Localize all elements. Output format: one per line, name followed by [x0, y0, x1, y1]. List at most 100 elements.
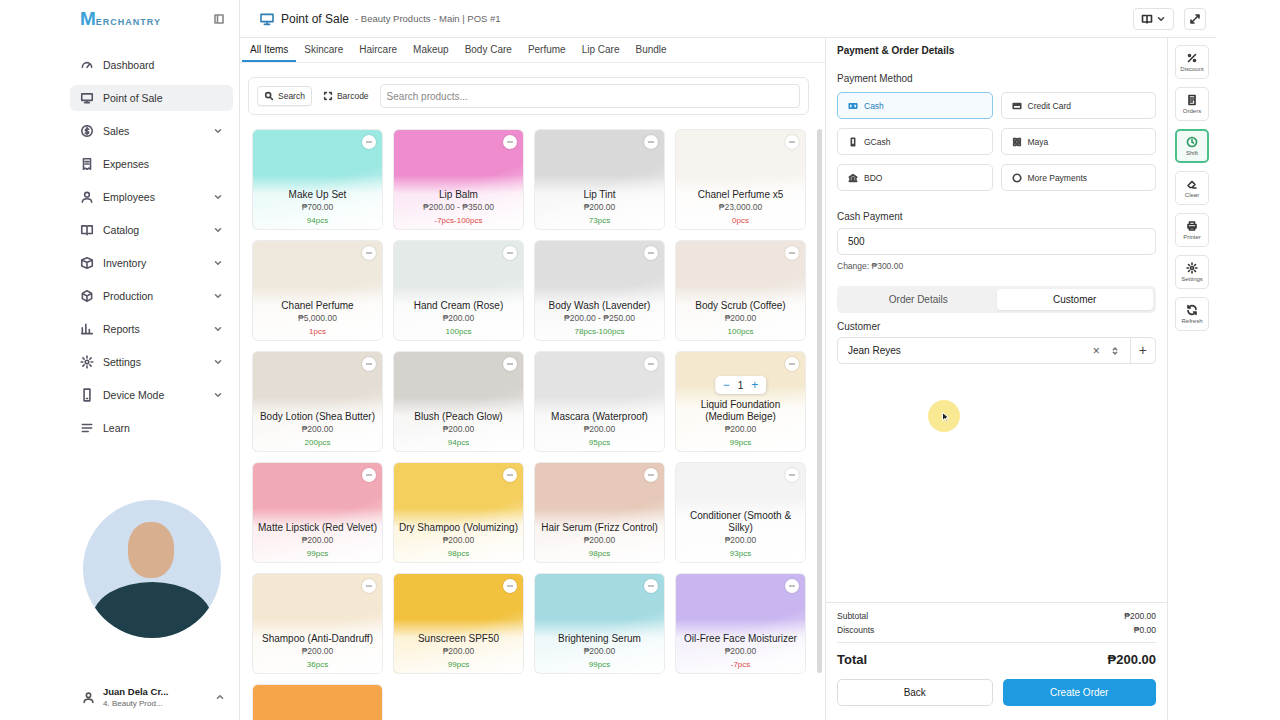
more-button[interactable] — [644, 357, 658, 371]
product-name: Mascara (Waterproof) — [539, 411, 660, 423]
add-customer-button[interactable]: + — [1130, 338, 1155, 363]
category-tab[interactable]: Bundle — [627, 38, 674, 62]
product-price: ₱200.00 - ₱250.00 — [539, 313, 660, 323]
order-tab[interactable]: Customer — [997, 289, 1154, 310]
payment-method-button[interactable]: Maya — [1001, 128, 1157, 155]
cash-input[interactable] — [837, 228, 1156, 255]
sidebar-item[interactable]: Learn — [70, 415, 233, 441]
sidebar-item[interactable]: Inventory — [70, 250, 233, 276]
decrease-button[interactable]: − — [723, 378, 730, 392]
more-button[interactable] — [785, 246, 799, 260]
payment-method-button[interactable]: Credit Card — [1001, 92, 1157, 119]
sidebar-item[interactable]: Device Mode — [70, 382, 233, 408]
category-tab[interactable]: Makeup — [405, 38, 457, 62]
more-button[interactable] — [362, 246, 376, 260]
payment-method-button[interactable]: GCash — [837, 128, 993, 155]
more-button[interactable] — [362, 357, 376, 371]
barcode-mode-button[interactable]: Barcode — [316, 86, 376, 106]
more-button[interactable] — [503, 246, 517, 260]
create-order-button[interactable]: Create Order — [1003, 679, 1157, 706]
sidebar-item[interactable]: Point of Sale — [70, 85, 233, 111]
product-card[interactable]: Make Up Set₱700.0094pcs — [252, 129, 383, 230]
product-card[interactable]: Conditioner (Smooth & Silky)₱200.0093pcs — [675, 462, 806, 563]
product-card[interactable]: Chanel Perfume₱5,000.001pcs — [252, 240, 383, 341]
sidebar-item[interactable]: Production — [70, 283, 233, 309]
product-card[interactable]: Mascara (Waterproof)₱200.0095pcs — [534, 351, 665, 452]
sidebar-item[interactable]: Catalog — [70, 217, 233, 243]
product-card[interactable]: Body Lotion (Shea Butter)₱200.00200pcs — [252, 351, 383, 452]
more-button[interactable] — [503, 468, 517, 482]
increase-button[interactable]: + — [751, 378, 758, 392]
rail-button[interactable]: Printer — [1175, 213, 1209, 247]
user-menu[interactable]: Juan Dela Cr...4. Beauty Prod... — [64, 678, 239, 720]
quantity[interactable]: 1 — [738, 380, 744, 391]
sidebar-item[interactable]: Settings — [70, 349, 233, 375]
scrollbar[interactable] — [817, 129, 822, 673]
category-tab[interactable]: Haircare — [351, 38, 405, 62]
sidebar-item[interactable]: Employees — [70, 184, 233, 210]
sidebar-item[interactable]: Dashboard — [70, 52, 233, 78]
more-button[interactable] — [785, 468, 799, 482]
logo[interactable]: MERCHANTRY — [80, 8, 161, 30]
fullscreen-button[interactable] — [1184, 8, 1206, 30]
product-card[interactable]: Chanel Perfume x5₱23,000.000pcs — [675, 129, 806, 230]
product-card[interactable]: Lip Tint₱200.0073pcs — [534, 129, 665, 230]
printer-icon — [1186, 220, 1198, 232]
product-card[interactable]: Oil-Free Face Moisturizer₱200.00-7pcs — [675, 573, 806, 674]
more-button[interactable] — [503, 579, 517, 593]
customer-select[interactable]: Jean Reyes×+ — [837, 337, 1156, 364]
rail-button[interactable]: Settings — [1175, 255, 1209, 289]
product-card[interactable]: Brightening Serum₱200.0099pcs — [534, 573, 665, 674]
more-button[interactable] — [362, 579, 376, 593]
more-button[interactable] — [644, 246, 658, 260]
product-card[interactable]: Body Wash (Lavender)₱200.00 - ₱250.0078p… — [534, 240, 665, 341]
product-card[interactable] — [252, 684, 383, 720]
payment-method-button[interactable]: Cash — [837, 92, 993, 119]
rail-button[interactable]: Shift — [1175, 129, 1209, 163]
more-button[interactable] — [644, 579, 658, 593]
back-button[interactable]: Back — [837, 679, 993, 706]
more-button[interactable] — [785, 135, 799, 149]
more-button[interactable] — [503, 135, 517, 149]
category-tab[interactable]: All Items — [242, 38, 296, 62]
product-card[interactable]: Matte Lipstick (Red Velvet)₱200.0099pcs — [252, 462, 383, 563]
more-button[interactable] — [785, 579, 799, 593]
rail-button[interactable]: Orders — [1175, 87, 1209, 121]
rail-button[interactable]: Discount — [1175, 45, 1209, 79]
category-tab[interactable]: Lip Care — [574, 38, 628, 62]
product-card[interactable]: −1+Liquid Foundation (Medium Beige)₱200.… — [675, 351, 806, 452]
product-card[interactable]: Hair Serum (Frizz Control)₱200.0098pcs — [534, 462, 665, 563]
product-card[interactable]: Dry Shampoo (Volumizing)₱200.0098pcs — [393, 462, 524, 563]
more-button[interactable] — [785, 357, 799, 371]
more-button[interactable] — [362, 135, 376, 149]
product-card[interactable]: Shampoo (Anti-Dandruff)₱200.0036pcs — [252, 573, 383, 674]
payment-method-button[interactable]: More Payments — [1001, 164, 1157, 191]
product-card[interactable]: Body Scrub (Coffee)₱200.00100pcs — [675, 240, 806, 341]
product-info: Hair Serum (Frizz Control)₱200.0098pcs — [535, 508, 664, 562]
category-tab[interactable]: Skincare — [296, 38, 351, 62]
rail-button[interactable]: Refresh — [1175, 297, 1209, 331]
sidebar-item[interactable]: Reports — [70, 316, 233, 342]
more-button[interactable] — [644, 468, 658, 482]
clear-customer-button[interactable]: × — [1093, 344, 1100, 358]
product-card[interactable]: Lip Balm₱200.00 - ₱350.00-7pcs-100pcs — [393, 129, 524, 230]
product-stock: 78pcs-100pcs — [539, 327, 660, 336]
more-button[interactable] — [362, 468, 376, 482]
sidebar-item[interactable]: Sales — [70, 118, 233, 144]
sidebar-toggle-icon[interactable] — [213, 13, 225, 25]
order-tab[interactable]: Order Details — [840, 289, 997, 310]
payment-method-button[interactable]: BDO — [837, 164, 993, 191]
more-button[interactable] — [503, 357, 517, 371]
product-card[interactable]: Hand Cream (Rose)₱200.00100pcs — [393, 240, 524, 341]
search-mode-button[interactable]: Search — [257, 86, 312, 106]
sidebar-item[interactable]: Expenses — [70, 151, 233, 177]
more-button[interactable] — [644, 135, 658, 149]
guide-button[interactable] — [1133, 8, 1174, 30]
product-card[interactable]: Sunscreen SPF50₱200.0099pcs — [393, 573, 524, 674]
product-card[interactable]: Blush (Peach Glow)₱200.0094pcs — [393, 351, 524, 452]
category-tab[interactable]: Perfume — [520, 38, 574, 62]
category-tab[interactable]: Body Care — [457, 38, 520, 62]
rail-button[interactable]: Clear — [1175, 171, 1209, 205]
search-input[interactable] — [380, 84, 800, 108]
tool-rail: Discount Orders Shift Clear Printer Settings R… — [1168, 38, 1216, 720]
